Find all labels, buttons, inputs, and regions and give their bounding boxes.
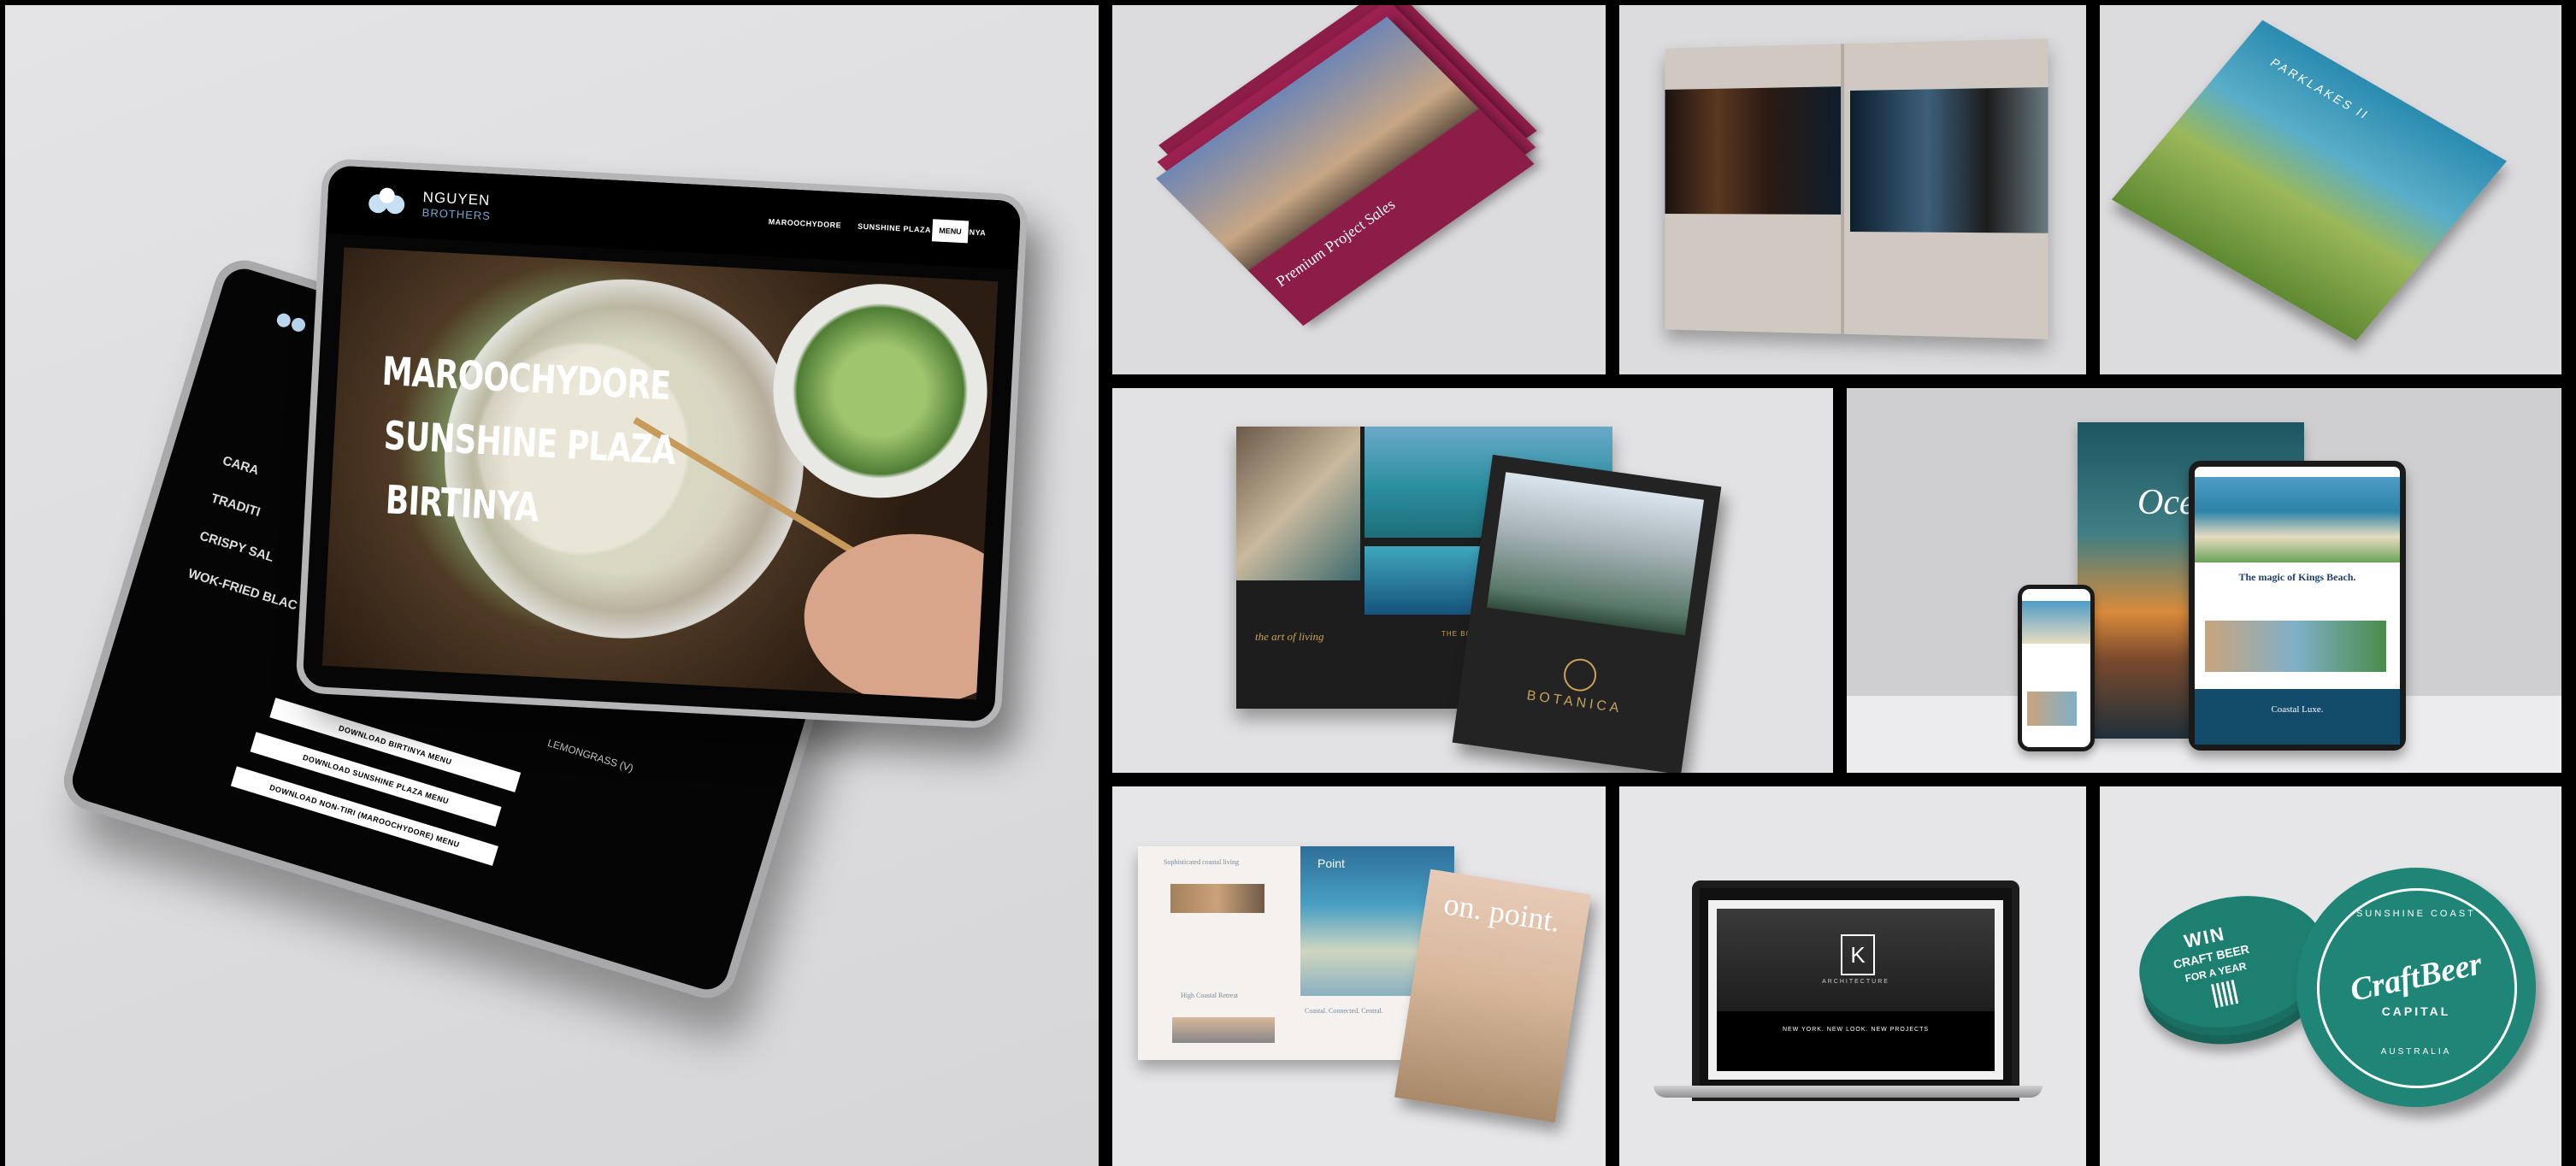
bar-photo-right xyxy=(1850,87,2048,233)
nguyen-brothers-tile[interactable]: CARA TRADITI CRISPY SAL WOK-FRIED BLAC L… xyxy=(5,5,1099,1166)
beach-tablet: The magic of Kings Beach. Coastal Luxe. xyxy=(2189,461,2406,751)
hero-location-3[interactable]: BIRTINYA xyxy=(385,476,539,530)
architecture-body: NEW YORK. NEW LOOK. NEW PROJECTS xyxy=(1717,1011,1995,1071)
laptop-screen: K ARCHITECTURE NEW YORK. NEW LOOK. NEW P… xyxy=(1692,880,2019,1101)
botanica-tagline: the art of living xyxy=(1255,630,1324,643)
laptop-base xyxy=(1653,1086,2043,1098)
interior-photo xyxy=(1236,427,1360,580)
onpoint-headline-2: High Coastal Retreat xyxy=(1181,992,1239,999)
craftbeer-tile[interactable]: WIN CRAFT BEER FOR A YEAR SUNSHINE COAST… xyxy=(2100,786,2561,1166)
brochure-stack: Premium Project Sales xyxy=(1155,5,1547,333)
back-menu-line-right: LEMONGRASS (V) xyxy=(545,736,635,774)
nguyen-logo[interactable]: NGUYEN BROTHERS xyxy=(365,186,491,227)
onpoint-tile[interactable]: Sophisticated coastal living High Coasta… xyxy=(1112,786,1606,1166)
onpoint-headline-1: Sophisticated coastal living xyxy=(1164,858,1239,866)
onpoint-mag-title: Point xyxy=(1317,857,1345,870)
architecture-hero: K ARCHITECTURE xyxy=(1717,909,1995,1011)
front-tablet: NGUYEN BROTHERS MAROOCHYDORE SUNSHINE PL… xyxy=(295,157,1029,730)
architecture-tile[interactable]: K ARCHITECTURE NEW YORK. NEW LOOK. NEW P… xyxy=(1619,786,2086,1166)
tablet-footer: Coastal Luxe. xyxy=(2195,689,2400,745)
building-photo xyxy=(1487,472,1705,636)
open-brochure xyxy=(1665,38,2048,339)
parklakes-title: PARKLAKES II xyxy=(2267,56,2373,122)
brochure-title: Premium Project Sales xyxy=(1270,196,1400,290)
parklakes-brochure: PARKLAKES II xyxy=(2111,20,2508,341)
menu-button[interactable]: MENU xyxy=(931,219,970,244)
tablet-footer-text: Coastal Luxe. xyxy=(2271,704,2324,715)
architecture-subtitle: ARCHITECTURE xyxy=(1822,979,1889,985)
bar-brochure-tile[interactable] xyxy=(1619,5,2086,374)
beach-phone xyxy=(2018,585,2095,751)
logo-text-bottom: BROTHERS xyxy=(421,205,492,223)
tablet-headline: The magic of Kings Beach. xyxy=(2238,571,2356,583)
back-tablet-logo xyxy=(273,309,319,340)
architecture-site: K ARCHITECTURE NEW YORK. NEW LOOK. NEW P… xyxy=(1708,900,2003,1080)
qr-code-icon xyxy=(2211,979,2240,1009)
kings-beach-tile[interactable]: Oce The magic of Kings Beach. Coastal Lu… xyxy=(1847,388,2561,773)
poster-word: Oce xyxy=(2137,483,2196,522)
hero-food-image: MAROOCHYDORE SUNSHINE PLAZA BIRTINYA xyxy=(321,247,999,700)
pool-photo-2 xyxy=(1365,546,1488,615)
onpoint-headline-3: Coastal. Connected. Central. xyxy=(1305,1007,1383,1015)
botanica-tile[interactable]: the art of living THE BOTANICA BOTANICA xyxy=(1112,388,1833,773)
chef-logo-icon xyxy=(368,187,405,215)
hand xyxy=(799,528,999,700)
k-logo-icon: K xyxy=(1841,934,1875,975)
premium-brochure-tile[interactable]: Premium Project Sales xyxy=(1112,5,1606,374)
coaster-capital: CAPITAL xyxy=(2381,1004,2451,1018)
onpoint-cover-text: on. point. xyxy=(1441,886,1563,939)
botanica-cover: BOTANICA xyxy=(1452,454,1722,773)
parklakes-tile[interactable]: PARKLAKES II xyxy=(2100,5,2561,374)
spine xyxy=(1841,44,1845,334)
nav-maroochydore[interactable]: MAROOCHYDORE xyxy=(769,217,842,229)
coaster-front: SUNSHINE COAST CraftBeer CAPITAL AUSTRAL… xyxy=(2296,868,2536,1107)
brochure-cover: Premium Project Sales xyxy=(1155,16,1535,327)
tablet-hero-photo xyxy=(2195,477,2400,562)
onpoint-sunset xyxy=(1172,1017,1275,1043)
tablet-photo-row xyxy=(2205,621,2386,672)
onpoint-cover: on. point. xyxy=(1394,869,1591,1123)
coaster-region: SUNSHINE COAST xyxy=(2356,909,2476,919)
bar-photo-left xyxy=(1665,86,1842,215)
botanica-flower-icon xyxy=(1561,657,1599,694)
nav-sunshine-plaza[interactable]: SUNSHINE PLAZA xyxy=(858,222,931,234)
architecture-caption: NEW YORK. NEW LOOK. NEW PROJECTS xyxy=(1782,1027,1930,1033)
coaster-country: AUSTRALIA xyxy=(2380,1047,2452,1057)
onpoint-thumbs xyxy=(1170,884,1264,913)
